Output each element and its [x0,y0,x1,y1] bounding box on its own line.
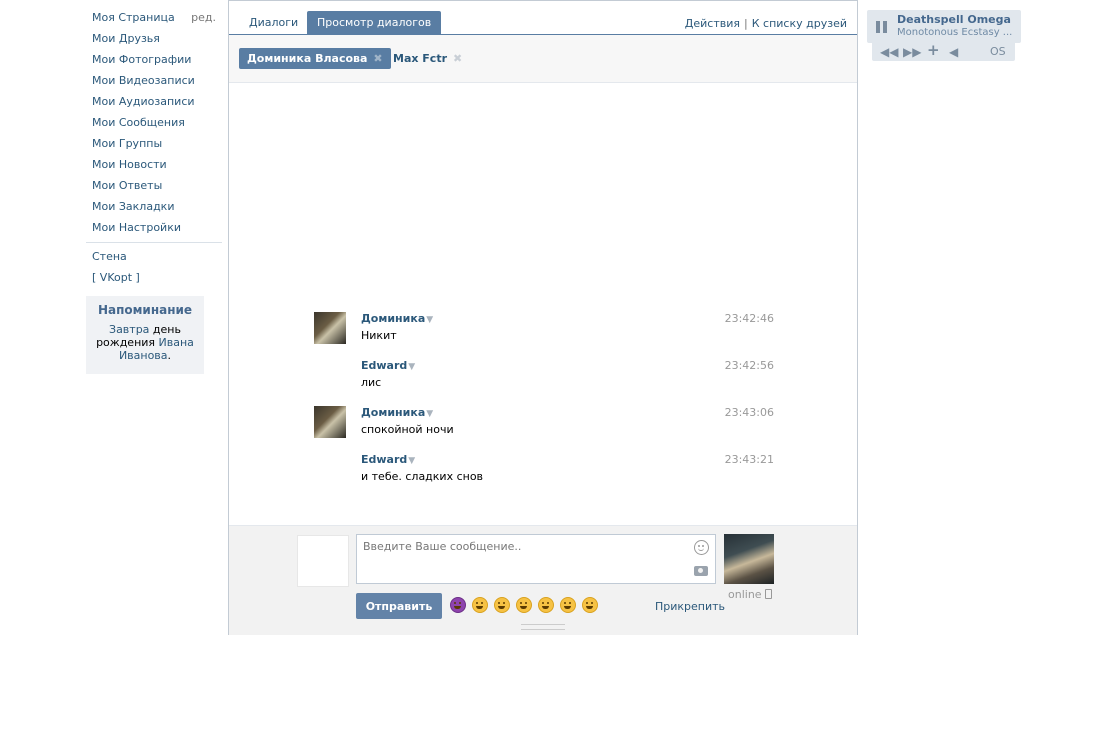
player-controls: ◀◀ ▶▶ + ◀ OS [872,43,1015,61]
friends-list-link[interactable]: К списку друзей [752,17,847,30]
my-avatar[interactable] [297,535,349,587]
nav-my-news[interactable]: Мои Новости [86,155,222,176]
track-artist[interactable]: Deathspell Omega [897,13,1011,26]
nav-wall[interactable]: Стена [86,247,222,268]
message-time: 23:42:46 [724,312,774,325]
grimace-emoji-icon[interactable] [582,597,598,613]
message-row: Edward▼ и тебе. сладких снов 23:43:21 [314,453,774,497]
close-icon[interactable]: ✖ [373,52,382,65]
reminder-box: Напоминание Завтра день рождения Ивана И… [86,296,204,374]
peer-tab-dominika[interactable]: Доминика Власова ✖ [239,48,391,69]
nav-my-videos[interactable]: Мои Видеозаписи [86,71,222,92]
peer-tab-max[interactable]: Max Fctr ✖ [385,48,470,69]
message-author[interactable]: Доминика▼ [361,406,433,419]
dropdown-arrow-icon[interactable]: ▼ [408,362,415,372]
avatar[interactable] [314,406,346,438]
grin-emoji-icon[interactable] [472,597,488,613]
edit-link[interactable]: ред. [191,8,216,28]
dropdown-arrow-icon[interactable]: ▼ [426,315,433,325]
attach-link[interactable]: Прикрепить [655,600,725,613]
mobile-icon [764,589,772,599]
messages-panel: Диалоги Просмотр диалогов Действия | К спи… [228,0,858,635]
nav-label: Моя Страница [92,11,175,24]
message-input[interactable] [356,534,716,584]
unamused-emoji-icon[interactable] [538,597,554,613]
dropdown-arrow-icon[interactable]: ▼ [408,456,415,466]
message-row: Доминика▼ Никит 23:42:46 [314,312,774,356]
message-author[interactable]: Edward▼ [361,359,415,372]
message-author[interactable]: Edward▼ [361,453,415,466]
online-label: online [728,588,762,601]
pause-icon[interactable] [876,21,888,33]
emoji-row [450,597,604,613]
peer-name: Max Fctr [393,52,448,65]
nav-my-audios[interactable]: Мои Аудиозаписи [86,92,222,113]
message-text: Никит [361,329,397,342]
persevere-emoji-icon[interactable] [560,597,576,613]
message-history[interactable]: Доминика▼ Никит 23:42:46 Edward▼ лис 23:… [229,83,857,525]
prev-track-icon[interactable]: ◀◀ [880,46,898,58]
author-name[interactable]: Edward [361,359,407,372]
message-time: 23:43:06 [724,406,774,419]
dropdown-arrow-icon[interactable]: ▼ [426,409,433,419]
nav-my-page[interactable]: Моя Страница ред. [86,8,222,29]
message-row: Доминика▼ спокойной ночи 23:43:06 [314,406,774,450]
actions-separator: | [744,17,748,30]
peer-name: Доминика Власова [247,52,368,65]
os-label[interactable]: OS [990,46,1006,58]
author-name[interactable]: Edward [361,453,407,466]
tab-bar: Диалоги Просмотр диалогов Действия | К спи… [229,1,857,35]
author-name[interactable]: Доминика [361,312,425,325]
message-row: Edward▼ лис 23:42:56 [314,359,774,403]
peer-tabs: Доминика Власова ✖ Max Fctr ✖ [229,35,857,83]
resize-handle[interactable] [521,624,565,630]
left-nav: Моя Страница ред. Мои Друзья Мои Фотограф… [86,8,222,289]
audio-player: Deathspell Omega Monotonous Ecstasy ... [867,10,1021,43]
nav-my-photos[interactable]: Мои Фотографии [86,50,222,71]
sleepy-emoji-icon[interactable] [516,597,532,613]
peer-avatar[interactable] [724,534,774,584]
nav-my-groups[interactable]: Мои Группы [86,134,222,155]
author-name[interactable]: Доминика [361,406,425,419]
actions-link[interactable]: Действия [685,17,740,30]
tab-view-dialogs[interactable]: Просмотр диалогов [307,11,442,34]
next-track-icon[interactable]: ▶▶ [903,46,921,58]
reminder-title: Напоминание [97,303,193,317]
composer: Отправить Прикрепить online [229,525,857,635]
devil-emoji-icon[interactable] [450,597,466,613]
message-time: 23:42:56 [724,359,774,372]
reminder-date-link[interactable]: Завтра [109,323,149,336]
nav-my-messages[interactable]: Мои Сообщения [86,113,222,134]
online-status: online [728,588,772,601]
message-text: и тебе. сладких снов [361,470,484,483]
message-text: лис [361,376,382,389]
add-track-icon[interactable]: + [927,43,940,58]
nav-my-answers[interactable]: Мои Ответы [86,176,222,197]
message-text: спокойной ночи [361,423,454,436]
relieved-emoji-icon[interactable] [494,597,510,613]
tab-actions: Действия | К списку друзей [685,17,847,30]
nav-my-friends[interactable]: Мои Друзья [86,29,222,50]
reminder-text-end: . [167,349,172,362]
send-button[interactable]: Отправить [356,593,442,619]
track-title[interactable]: Monotonous Ecstasy ... [897,27,1012,38]
broadcast-icon[interactable]: ◀ [949,46,958,58]
camera-icon[interactable] [694,566,708,576]
nav-vkopt[interactable]: [ VKopt ] [86,268,222,289]
message-author[interactable]: Доминика▼ [361,312,433,325]
tab-dialogs[interactable]: Диалоги [239,11,308,34]
nav-my-settings[interactable]: Мои Настройки [86,218,222,239]
close-icon[interactable]: ✖ [453,52,462,65]
nav-divider [86,242,222,243]
message-time: 23:43:21 [724,453,774,466]
avatar[interactable] [314,312,346,344]
smile-icon[interactable] [694,540,709,555]
reminder-text: Завтра день рождения Ивана Иванова. [86,323,204,362]
nav-my-bookmarks[interactable]: Мои Закладки [86,197,222,218]
